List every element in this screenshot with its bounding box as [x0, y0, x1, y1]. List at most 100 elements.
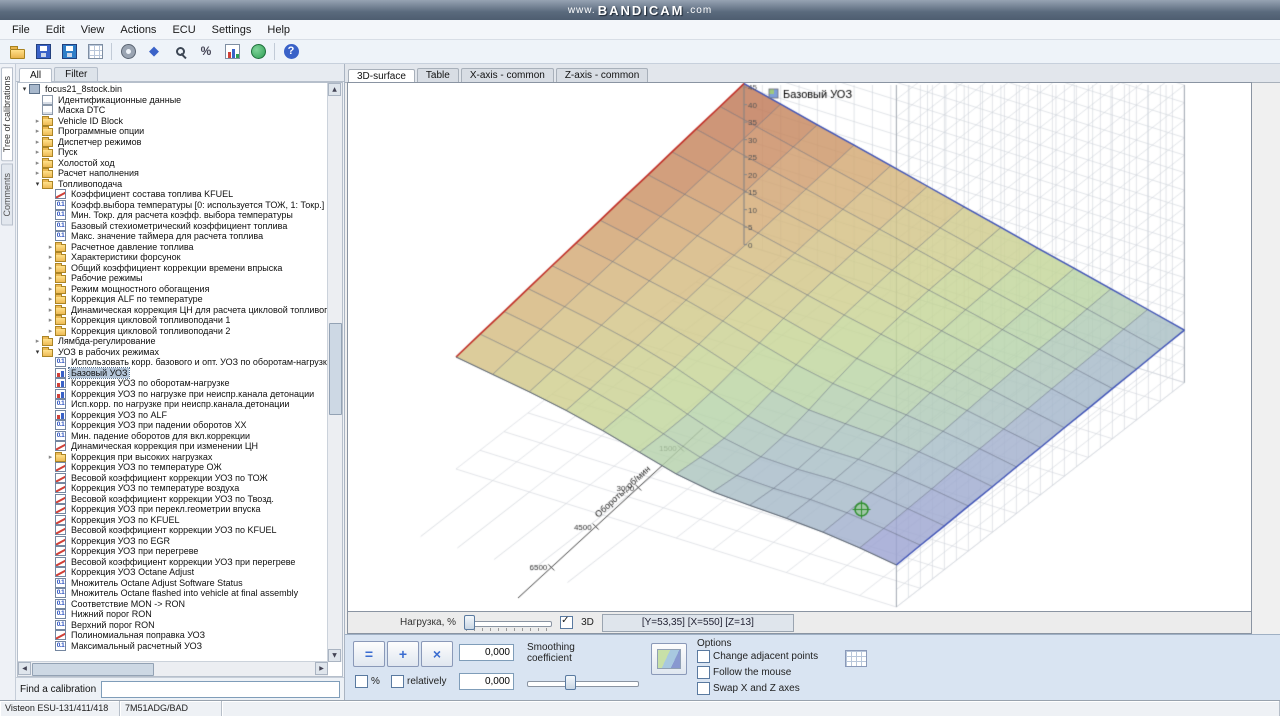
surface-canvas[interactable]	[348, 83, 1251, 611]
tree-item[interactable]: Соответствие MON -> RON	[18, 598, 328, 610]
tree-item[interactable]: Весовой коэффициент коррекции УОЗ при пе…	[18, 556, 328, 568]
tree-item[interactable]: Верхний порог RON	[18, 619, 328, 631]
toolbar-chart-button[interactable]	[219, 40, 245, 63]
toolbar-save-button[interactable]	[30, 40, 56, 63]
tree-item[interactable]: Весовой коэффициент коррекции УОЗ по Тво…	[18, 493, 328, 505]
toolbar-save2-button[interactable]	[56, 40, 82, 63]
expander-icon[interactable]: ▸	[33, 336, 42, 346]
expander-icon[interactable]: ▸	[46, 284, 55, 294]
toolbar-compare-button[interactable]	[141, 40, 167, 63]
tab-x-axis-common[interactable]: X-axis - common	[460, 68, 554, 82]
menu-item-actions[interactable]: Actions	[112, 22, 164, 38]
add-value-button[interactable]: +	[387, 641, 419, 667]
apply-smoothing-button[interactable]	[651, 643, 687, 675]
tree-item[interactable]: Коррекция УОЗ при падении оборотов XX	[18, 420, 328, 431]
tree-item[interactable]: ▾ Топливоподача	[18, 178, 328, 190]
tree-item[interactable]: ▸ Лямбда-регулирование	[18, 336, 328, 347]
relative-value-input[interactable]	[459, 673, 514, 690]
expander-icon[interactable]: ▸	[46, 305, 55, 315]
tree-item[interactable]: Коэффициент состава топлива KFUEL	[18, 189, 328, 200]
toolbar-globe-button[interactable]	[245, 40, 271, 63]
tree-item[interactable]: Коррекция УОЗ при перекл.геометрии впуск…	[18, 504, 328, 515]
tab-table[interactable]: Table	[416, 68, 459, 82]
find-calibration-input[interactable]	[101, 680, 340, 698]
toolbar-table-button[interactable]	[82, 40, 108, 63]
tree-item[interactable]: Коррекция УОЗ по KFUEL	[18, 514, 328, 526]
expander-icon[interactable]: ▸	[33, 137, 42, 147]
menu-item-help[interactable]: Help	[259, 22, 298, 38]
tree-item[interactable]: ▸ Динамическая коррекция ЦН для расчета ц…	[18, 304, 328, 316]
tree-item[interactable]: ▸ Диспетчер режимов	[18, 136, 328, 148]
tree-item[interactable]: ▸ Холостой ход	[18, 157, 328, 169]
horizontal-scroll-thumb[interactable]	[32, 663, 154, 676]
menu-item-file[interactable]: File	[4, 22, 38, 38]
tree-item[interactable]: ▸ Коррекция цикловой топливоподачи 1	[18, 315, 328, 326]
tree-item[interactable]: ▸ Коррекция цикловой топливоподачи 2	[18, 325, 328, 337]
tree-vertical-scrollbar[interactable]: ▲ ▼	[327, 83, 342, 662]
menu-item-edit[interactable]: Edit	[38, 22, 73, 38]
tab-z-axis-common[interactable]: Z-axis - common	[555, 68, 649, 82]
scroll-right-icon[interactable]: ▶	[315, 662, 328, 675]
expander-icon[interactable]: ▸	[46, 452, 55, 462]
toolbar-percent-button[interactable]	[193, 40, 219, 63]
option-checkbox-1[interactable]	[697, 650, 710, 663]
tree-item[interactable]: Макс. значение таймера для расчета топли…	[18, 231, 328, 242]
expander-icon[interactable]: ▸	[46, 242, 55, 252]
tree-item[interactable]: ▸ Vehicle ID Block	[18, 115, 328, 127]
tree-item[interactable]: ▸ Коррекция ALF по температуре	[18, 294, 328, 305]
tree-item[interactable]: Коррекция УОЗ по оборотам-нагрузке	[18, 378, 328, 389]
scroll-down-icon[interactable]: ▼	[328, 649, 341, 662]
expander-icon[interactable]: ▾	[33, 347, 42, 357]
menu-item-view[interactable]: View	[73, 22, 113, 38]
tree-item[interactable]: Идентификационные данные	[18, 94, 328, 106]
tree-item[interactable]: Весовой коэффициент коррекции УОЗ по ТОЖ	[18, 472, 328, 484]
tree-item[interactable]: Максимальный расчетный УОЗ	[18, 640, 328, 652]
tree-item[interactable]: Маска DTC	[18, 105, 328, 116]
option-checkbox-3[interactable]	[697, 682, 710, 695]
tree-item[interactable]: Коррекция УОЗ при перегреве	[18, 546, 328, 557]
tree-item[interactable]: Мин. Токр. для расчета коэфф. выбора тем…	[18, 210, 328, 221]
tree-item[interactable]: Коррекция УОЗ по температуре ОЖ	[18, 462, 328, 473]
smoothing-slider[interactable]	[527, 675, 639, 691]
slider-thumb[interactable]	[464, 614, 476, 630]
relatively-checkbox[interactable]	[391, 675, 404, 688]
tree-item[interactable]: ▸ Программные опции	[18, 126, 328, 137]
tree-item[interactable]: ▸ Характеристики форсунок	[18, 252, 328, 263]
value-input[interactable]	[459, 644, 514, 661]
tree-item[interactable]: Коррекция УОЗ по нагрузке при неиспр.кан…	[18, 388, 328, 400]
sidebar-tab-filter[interactable]: Filter	[54, 67, 99, 81]
expander-icon[interactable]: ▸	[46, 326, 55, 336]
adjacent-points-grid-button[interactable]	[845, 650, 867, 667]
expander-icon[interactable]: ▸	[46, 294, 55, 304]
tree-item[interactable]: ▸ Расчетное давление топлива	[18, 241, 328, 253]
expander-icon[interactable]: ▸	[33, 158, 42, 168]
3d-checkbox[interactable]	[560, 615, 574, 629]
menu-item-settings[interactable]: Settings	[204, 22, 260, 38]
expander-icon[interactable]: ▾	[20, 84, 29, 94]
tree-item[interactable]: ▾ УОЗ в рабочих режимах	[18, 346, 328, 358]
tree-item[interactable]: Полиномиальная поправка УОЗ	[18, 630, 328, 641]
tree-item[interactable]: Весовой коэффициент коррекции УОЗ по KFU…	[18, 525, 328, 536]
tree-item[interactable]: ▸ Расчет наполнения	[18, 168, 328, 179]
menu-item-ecu[interactable]: ECU	[164, 22, 203, 38]
tree-item[interactable]: Коррекция УОЗ по температуре воздуха	[18, 483, 328, 494]
percent-checkbox[interactable]	[355, 675, 368, 688]
tree-item[interactable]: Нижний порог RON	[18, 609, 328, 620]
tree-item[interactable]: ▸ Режим мощностного обогащения	[18, 283, 328, 295]
tree-item[interactable]: ▸ Коррекция при высоких нагрузках	[18, 451, 328, 463]
multiply-value-button[interactable]: ×	[421, 641, 453, 667]
tree-item[interactable]: Множитель Octane flashed into vehicle at…	[18, 588, 328, 599]
expander-icon[interactable]: ▸	[46, 263, 55, 273]
tree-item[interactable]: Множитель Octane Adjust Software Status	[18, 577, 328, 589]
option-checkbox-2[interactable]	[697, 666, 710, 679]
vertical-tab-tree-of-calibrations[interactable]: Tree of calibrations	[1, 67, 13, 162]
tree-item[interactable]: ▸ Общий коэффициент коррекции времени впр…	[18, 262, 328, 274]
tree-item[interactable]: Базовый стехиометрический коэффициент то…	[18, 220, 328, 232]
load-slider[interactable]	[464, 614, 553, 631]
vertical-tab-comments[interactable]: Comments	[1, 164, 13, 226]
tree-item[interactable]: Динамическая коррекция при изменении ЦН	[18, 441, 328, 452]
expander-icon[interactable]: ▸	[33, 168, 42, 178]
tab-3d-surface[interactable]: 3D-surface	[348, 69, 415, 83]
tree-item[interactable]: Коррекция УОЗ по EGR	[18, 535, 328, 547]
tree-item[interactable]: Исп.корр. по нагрузке при неиспр.канала.…	[18, 399, 328, 410]
